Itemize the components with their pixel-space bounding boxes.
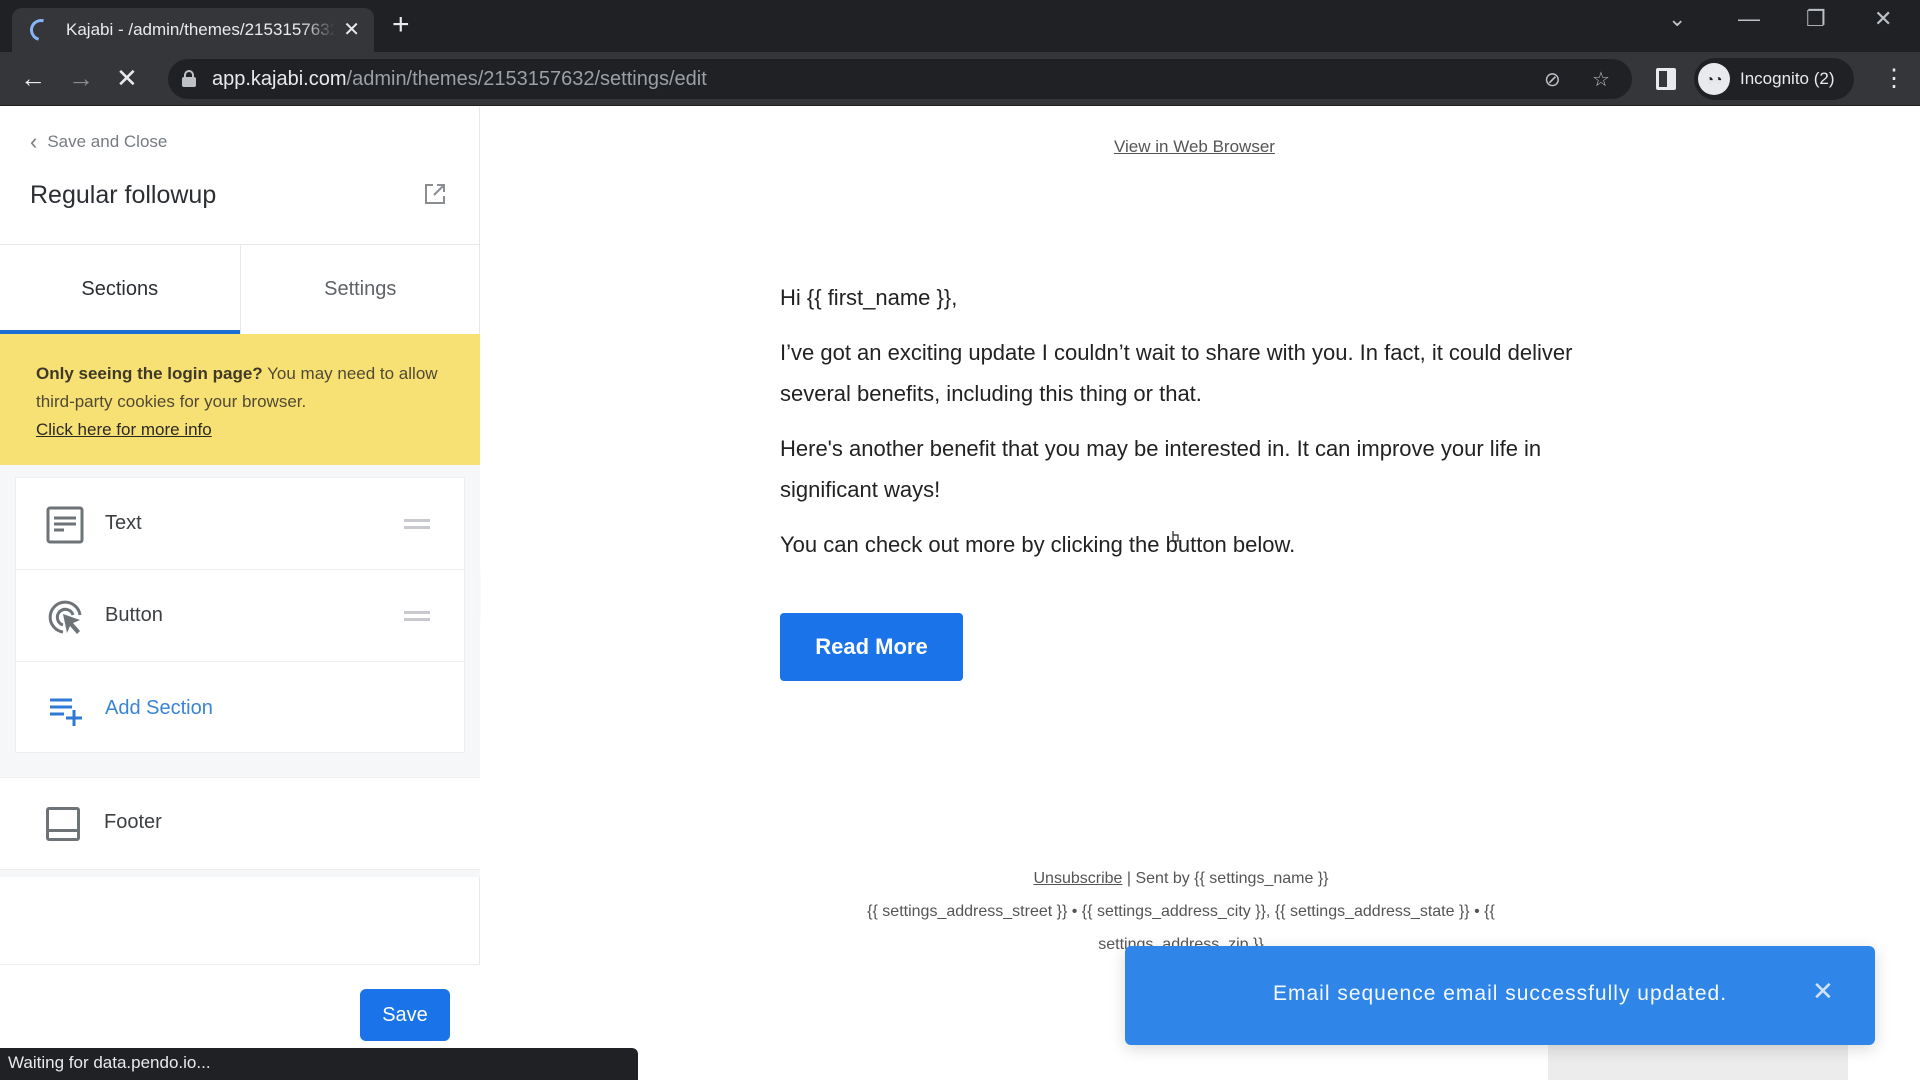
bookmark-star-icon[interactable]: ☆ — [1592, 67, 1610, 92]
toast-message: Email sequence email successfully update… — [1272, 982, 1728, 1005]
email-title: Regular followup — [30, 181, 217, 209]
cookie-notice: Only seeing the login page? You may need… — [0, 334, 480, 465]
external-link-icon[interactable] — [424, 183, 446, 205]
more-info-link[interactable]: Click here for more info — [36, 420, 212, 439]
back-button[interactable]: ← — [20, 63, 46, 93]
incognito-icon: ◔◔ — [1698, 63, 1730, 95]
unsubscribe-link[interactable]: Unsubscribe — [1033, 870, 1122, 887]
save-and-close-link[interactable]: ‹ Save and Close — [30, 129, 167, 155]
tab-settings[interactable]: Settings — [241, 245, 481, 334]
footer-label: Footer — [104, 811, 162, 833]
browser-toolbar: ← → ✕ app.kajabi.com/admin/themes/215315… — [0, 52, 1920, 106]
sent-by-text: | Sent by {{ settings_name }} — [1122, 870, 1329, 887]
notice-heading: Only seeing the login page? — [36, 364, 263, 383]
url-text[interactable]: app.kajabi.com/admin/themes/2153157632/s… — [212, 68, 707, 91]
browser-tab-strip: Kajabi - /admin/themes/2153157632/settin… — [0, 0, 1920, 52]
minimize-window-button[interactable]: — — [1738, 6, 1760, 32]
tab-search-chevron-icon[interactable]: ⌄ — [1668, 6, 1686, 32]
incognito-profile-button[interactable]: ◔◔ Incognito (2) — [1694, 58, 1854, 100]
close-toast-icon[interactable]: ✕ — [1812, 976, 1834, 1007]
footer-icon — [46, 807, 80, 841]
tab-title: Kajabi - /admin/themes/2153157632/settin… — [66, 20, 336, 39]
email-paragraph: Here's another benefit that you may be i… — [780, 436, 1542, 502]
add-section-button[interactable]: Add Section — [16, 662, 464, 754]
email-preview: View in Web Browser Hi {{ first_name }},… — [481, 107, 1920, 1080]
side-panel-icon[interactable] — [1656, 68, 1676, 90]
view-in-browser-link[interactable]: View in Web Browser — [1114, 137, 1275, 157]
button-click-icon — [48, 600, 82, 634]
save-button[interactable]: Save — [360, 989, 450, 1041]
drag-handle-icon[interactable] — [404, 518, 430, 529]
hand-cursor-icon — [1171, 531, 1179, 542]
loading-spinner-icon — [25, 14, 57, 46]
sections-card: Text Button Add Section — [15, 477, 465, 753]
drag-handle-icon[interactable] — [404, 610, 430, 621]
browser-menu-icon[interactable]: ⋮ — [1882, 64, 1906, 94]
forward-button[interactable]: → — [68, 63, 94, 93]
section-item-button[interactable]: Button — [16, 570, 464, 662]
add-list-icon — [50, 698, 82, 726]
profile-label: Incognito (2) — [1740, 69, 1835, 88]
tab-sections[interactable]: Sections — [0, 245, 241, 334]
browser-status-bar: Waiting for data.pendo.io... — [0, 1048, 638, 1080]
section-label: Text — [105, 512, 142, 534]
tracking-protection-eye-off-icon[interactable]: ⊘ — [1544, 67, 1561, 92]
success-toast: Email sequence email successfully update… — [1125, 946, 1875, 1045]
email-paragraph: I’ve got an exciting update I couldn’t w… — [780, 340, 1573, 406]
panel-tabs: Sections Settings — [0, 244, 480, 334]
stop-loading-button[interactable]: ✕ — [116, 63, 138, 93]
browser-tab[interactable]: Kajabi - /admin/themes/2153157632/settin… — [12, 8, 374, 52]
section-item-footer[interactable]: Footer — [0, 777, 480, 870]
chevron-left-icon: ‹ — [30, 129, 38, 154]
address-bar[interactable]: app.kajabi.com/admin/themes/2153157632/s… — [168, 59, 1632, 99]
email-paragraph: You can check out more by clicking the b… — [780, 532, 1296, 557]
close-tab-icon[interactable]: ✕ — [343, 20, 360, 40]
section-item-text[interactable]: Text — [16, 478, 464, 570]
save-and-close-label: Save and Close — [47, 132, 168, 151]
lock-icon[interactable] — [182, 70, 196, 87]
email-body: Hi {{ first_name }}, I’ve got an excitin… — [780, 277, 1640, 579]
text-icon — [46, 506, 84, 544]
add-section-label: Add Section — [105, 696, 213, 719]
read-more-button[interactable]: Read More — [780, 613, 963, 681]
email-paragraph: Hi {{ first_name }}, — [780, 285, 958, 310]
editor-panel: ‹ Save and Close Regular followup Sectio… — [0, 107, 480, 1080]
new-tab-button[interactable]: + — [392, 10, 410, 40]
close-window-button[interactable]: ✕ — [1874, 6, 1892, 32]
restore-window-button[interactable]: ❐ — [1806, 6, 1826, 32]
section-label: Button — [105, 604, 163, 626]
